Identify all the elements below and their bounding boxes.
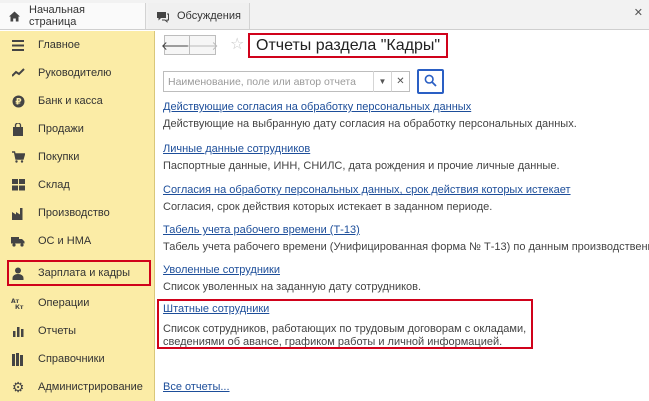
- sidebar-item-label: Руководителю: [38, 67, 112, 79]
- report-item: Действующие согласия на обработку персон…: [163, 101, 577, 130]
- sidebar-item-bank[interactable]: ₽ Банк и касса: [0, 87, 155, 115]
- close-icon[interactable]: ✕: [634, 6, 643, 19]
- sidebar-item-purchases[interactable]: Покупки: [0, 143, 155, 171]
- menu-icon: [11, 38, 25, 52]
- sidebar-item-main[interactable]: Главное: [0, 31, 155, 59]
- sidebar-item-label: Справочники: [38, 353, 105, 365]
- sidebar-item-assets[interactable]: ОС и НМА: [0, 227, 155, 255]
- chat-icon: [156, 10, 169, 23]
- close-icon: ✕: [396, 76, 405, 87]
- sidebar-item-admin[interactable]: ⚙ Администрирование: [0, 373, 155, 401]
- report-description: Согласия, срок действия которых истекает…: [163, 201, 493, 213]
- report-item: Табель учета рабочего времени (Т-13) Таб…: [163, 224, 649, 253]
- warehouse-icon: [11, 178, 25, 192]
- sidebar-item-operations[interactable]: Ат Кт Операции: [0, 289, 155, 317]
- sidebar-item-label: Производство: [38, 207, 110, 219]
- books-icon: [11, 352, 25, 366]
- sidebar-item-label: Покупки: [38, 151, 80, 163]
- report-description: Табель учета рабочего времени (Унифициро…: [163, 241, 649, 253]
- tab-bar: Начальная страница Обсуждения ✕: [0, 0, 649, 30]
- report-link[interactable]: Действующие согласия на обработку персон…: [163, 101, 577, 113]
- dropdown-button[interactable]: ▼: [373, 71, 391, 92]
- report-description: Список уволенных на заданную дату сотруд…: [163, 281, 422, 293]
- truck-icon: [11, 234, 25, 248]
- chevron-down-icon: ▼: [378, 77, 387, 86]
- factory-icon: [11, 206, 25, 220]
- ruble-icon: ₽: [11, 94, 25, 108]
- report-description: Действующие на выбранную дату согласия н…: [163, 118, 577, 130]
- sidebar-item-label: Банк и касса: [38, 95, 103, 107]
- sidebar: Главное Руководителю ₽ Банк и касса Прод…: [0, 31, 155, 401]
- sidebar-item-label: ОС и НМА: [38, 235, 92, 247]
- home-icon: [8, 10, 21, 23]
- svg-text:Кт: Кт: [15, 304, 24, 309]
- report-link[interactable]: Личные данные сотрудников: [163, 143, 560, 155]
- sidebar-item-production[interactable]: Производство: [0, 199, 155, 227]
- sidebar-item-label: Главное: [38, 39, 81, 51]
- sidebar-item-label: Администрирование: [38, 381, 143, 393]
- sidebar-item-label: Зарплата и кадры: [38, 267, 131, 279]
- sidebar-item-sales[interactable]: Продажи: [0, 115, 155, 143]
- sidebar-item-label: Операции: [38, 297, 90, 309]
- report-item: Согласия на обработку персональных данны…: [163, 184, 571, 213]
- reports-icon: [11, 324, 25, 338]
- sidebar-item-label: Продажи: [38, 123, 84, 135]
- sidebar-item-reports[interactable]: Отчеты: [0, 317, 155, 345]
- gear-icon: ⚙: [11, 378, 25, 395]
- history-nav: 🡐 🡒: [161, 35, 219, 55]
- tab-home[interactable]: Начальная страница: [0, 3, 146, 29]
- report-link[interactable]: Уволенные сотрудники: [163, 264, 421, 276]
- svg-text:₽: ₽: [15, 97, 21, 107]
- sidebar-item-manager[interactable]: Руководителю: [0, 59, 155, 87]
- report-link[interactable]: Табель учета рабочего времени (Т-13): [163, 224, 649, 236]
- report-description: Паспортные данные, ИНН, СНИЛС, дата рожд…: [163, 160, 560, 172]
- report-item: Уволенные сотрудники Список уволенных на…: [163, 264, 421, 293]
- forward-button[interactable]: 🡒: [186, 35, 219, 55]
- tab-home-label: Начальная страница: [29, 4, 85, 28]
- search-icon: [424, 74, 437, 90]
- star-icon[interactable]: ☆: [230, 34, 244, 54]
- report-item: Личные данные сотрудников Паспортные дан…: [163, 143, 560, 172]
- sidebar-item-salary[interactable]: Зарплата и кадры: [6, 259, 152, 287]
- highlight-box: [157, 299, 533, 349]
- arrow-right-icon: 🡒: [186, 38, 219, 53]
- operations-icon: Ат Кт: [11, 296, 25, 310]
- search-button[interactable]: [417, 69, 444, 94]
- cart-icon: [11, 150, 25, 164]
- tab-discussions-label: Обсуждения: [177, 10, 241, 22]
- clear-button[interactable]: ✕: [391, 71, 410, 92]
- sidebar-item-label: Склад: [38, 179, 70, 191]
- report-link[interactable]: Согласия на обработку персональных данны…: [163, 184, 571, 196]
- sidebar-item-catalogs[interactable]: Справочники: [0, 345, 155, 373]
- bag-icon: [11, 122, 25, 136]
- trend-icon: [11, 66, 25, 80]
- sidebar-item-label: Отчеты: [38, 325, 77, 337]
- all-reports-link[interactable]: Все отчеты...: [163, 381, 230, 393]
- person-icon: [11, 266, 25, 280]
- search-input[interactable]: [164, 72, 374, 91]
- tab-discussions[interactable]: Обсуждения: [148, 3, 250, 29]
- sidebar-item-warehouse[interactable]: Склад: [0, 171, 155, 199]
- page-title: Отчеты раздела "Кадры": [248, 33, 449, 58]
